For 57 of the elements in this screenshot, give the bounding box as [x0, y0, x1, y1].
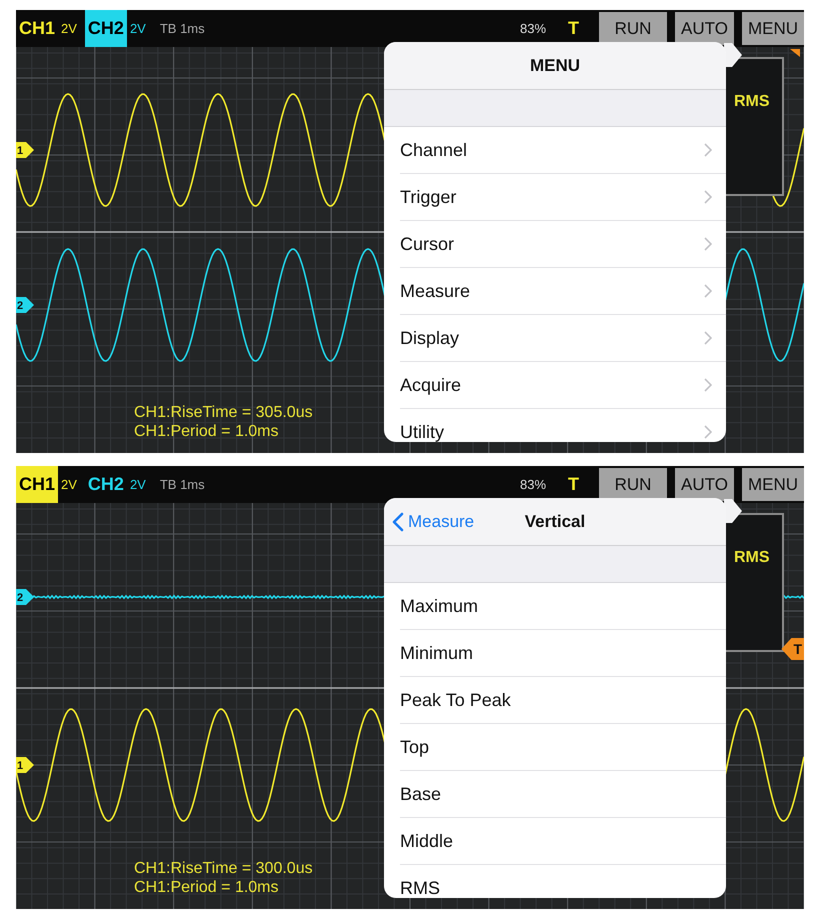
channel-marker: 1 — [16, 142, 34, 158]
chevron-right-icon — [704, 237, 712, 251]
channel-tab[interactable]: CH1 — [16, 466, 58, 503]
menu-item[interactable]: Measure — [400, 268, 726, 315]
toolbar-button[interactable]: RUN — [599, 468, 668, 501]
timebase-label: TB 1ms — [160, 21, 205, 36]
channel-marker: 1 — [16, 757, 34, 773]
measurement-text: CH1:RiseTime = 305.0us — [134, 403, 313, 422]
rms-label: RMS — [734, 93, 770, 111]
popover-title: Vertical — [524, 512, 586, 532]
menu-item[interactable]: Minimum — [400, 630, 726, 677]
toolbar-button[interactable]: AUTO — [675, 468, 734, 501]
toolbar-button[interactable]: MENU — [742, 468, 804, 501]
menu-item[interactable]: Peak To Peak — [400, 677, 726, 724]
menu-item[interactable]: Channel — [400, 127, 726, 174]
measurement-text: CH1:RiseTime = 300.0us — [134, 859, 313, 878]
battery-level: 83% — [520, 477, 546, 492]
menu-item[interactable]: Cursor — [400, 221, 726, 268]
battery-level: 83% — [520, 21, 546, 36]
menu-item[interactable]: Display — [400, 315, 726, 362]
trigger-status: T — [568, 18, 580, 39]
channel-tab[interactable]: CH2 — [84, 10, 127, 47]
channel-volts: 2V — [61, 477, 77, 492]
menu-item[interactable]: Acquire — [400, 362, 726, 409]
channel-volts: 2V — [61, 21, 77, 36]
menu-item[interactable]: Base — [400, 771, 726, 818]
channel-volts: 2V — [130, 21, 146, 36]
trigger-status: T — [568, 474, 580, 495]
channel-tab[interactable]: CH1 — [16, 10, 58, 47]
rms-label: RMS — [734, 549, 770, 567]
measurement-text: CH1:Period = 1.0ms — [134, 878, 280, 897]
menu-item[interactable]: Top — [400, 724, 726, 771]
channel-tab[interactable]: CH2 — [84, 466, 127, 503]
chevron-right-icon — [704, 425, 712, 439]
menu-item[interactable]: Middle — [400, 818, 726, 865]
chevron-left-icon — [392, 512, 404, 532]
toolbar-button[interactable]: MENU — [742, 12, 804, 45]
measurement-text: CH1:Period = 1.0ms — [134, 422, 280, 441]
trigger-level-marker[interactable]: T — [781, 638, 804, 660]
menu-item[interactable]: Trigger — [400, 174, 726, 221]
timebase-label: TB 1ms — [160, 477, 205, 492]
toolbar-button[interactable]: RUN — [599, 12, 668, 45]
toolbar-button[interactable]: AUTO — [675, 12, 734, 45]
popover-title: MENU — [530, 56, 580, 76]
menu-item[interactable]: Maximum — [400, 583, 726, 630]
chevron-right-icon — [704, 190, 712, 204]
channel-marker: 2 — [16, 589, 34, 605]
trigger-corner-icon — [790, 49, 800, 57]
channel-marker: 2 — [16, 297, 34, 313]
menu-item[interactable]: RMS — [400, 865, 726, 898]
back-button[interactable]: Measure — [392, 498, 474, 545]
chevron-right-icon — [704, 284, 712, 298]
chevron-right-icon — [704, 378, 712, 392]
chevron-right-icon — [704, 331, 712, 345]
menu-item[interactable]: Utility — [400, 409, 726, 442]
chevron-right-icon — [704, 143, 712, 157]
channel-volts: 2V — [130, 477, 146, 492]
